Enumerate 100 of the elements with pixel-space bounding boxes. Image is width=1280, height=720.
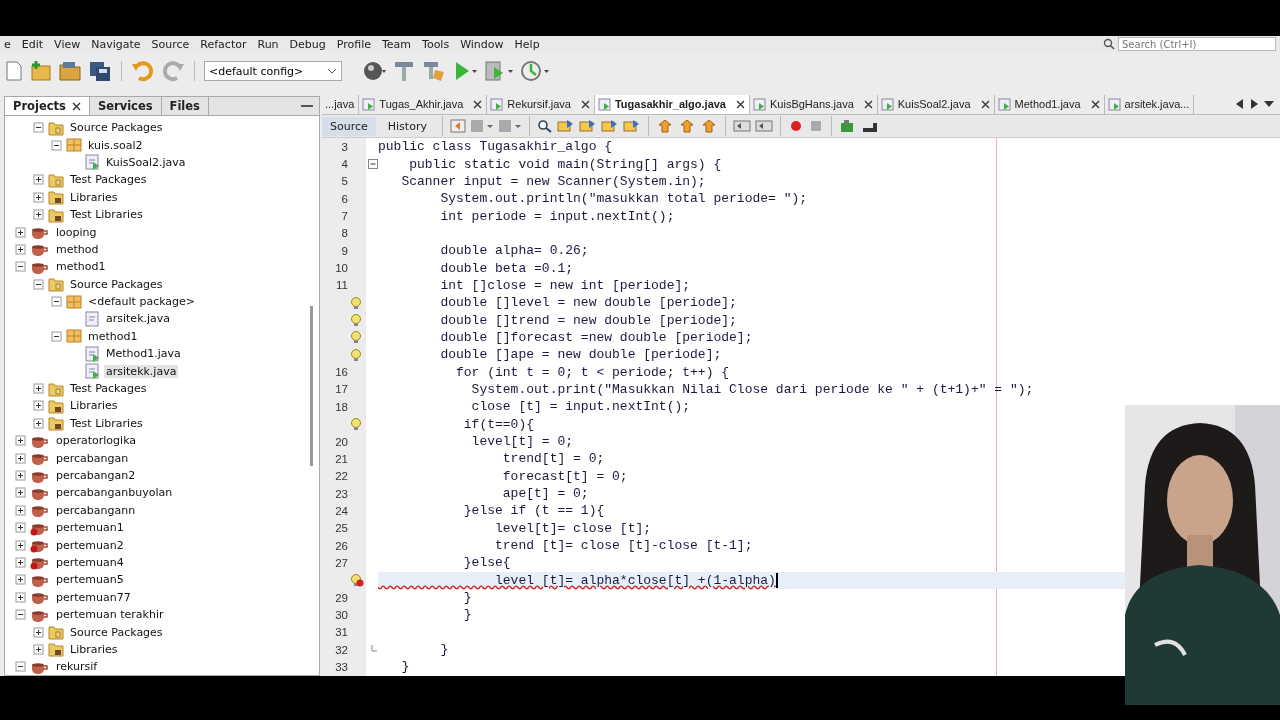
fold-icon[interactable] <box>368 159 378 169</box>
tree-item[interactable]: pertemuan77 <box>54 590 133 604</box>
tree-item[interactable]: pertemuan terakhir <box>54 608 166 622</box>
lightbulb-icon[interactable] <box>350 417 364 432</box>
caret-icon[interactable] <box>1264 100 1274 108</box>
menu-item[interactable]: Source <box>151 37 190 51</box>
expander-icon[interactable] <box>33 383 44 395</box>
expander-icon[interactable] <box>15 556 26 568</box>
menu-item[interactable]: Team <box>381 37 412 51</box>
expander-icon[interactable] <box>15 574 26 586</box>
tree-item[interactable]: method1 <box>86 329 140 343</box>
panel-tab[interactable]: Projects <box>5 97 90 115</box>
expander-icon[interactable] <box>15 591 26 603</box>
tree-item[interactable]: percabanganbuyolan <box>54 486 175 500</box>
close-icon[interactable] <box>1090 99 1100 109</box>
find-icon[interactable] <box>622 119 641 133</box>
find-icon[interactable] <box>578 119 597 133</box>
tree-item[interactable]: pertemuan5 <box>54 573 126 587</box>
find-icon[interactable] <box>556 119 575 133</box>
tree-item[interactable]: KuisSoal2.java <box>104 155 188 169</box>
expander-icon[interactable] <box>33 191 44 203</box>
menu-item[interactable]: Help <box>514 37 540 51</box>
expander-icon[interactable] <box>15 243 26 255</box>
save-icon[interactable] <box>88 60 112 82</box>
tree-item[interactable]: Test Libraries <box>68 416 145 430</box>
tree-item[interactable]: Libraries <box>68 642 120 656</box>
expander-icon[interactable] <box>15 226 26 238</box>
clean-build-icon[interactable] <box>422 60 446 82</box>
shift-icon[interactable] <box>732 119 751 133</box>
close-icon[interactable] <box>473 99 483 109</box>
tree-item[interactable]: percabangann <box>54 503 138 517</box>
tree-item[interactable]: pertemuan4 <box>54 555 126 569</box>
close-icon[interactable] <box>980 99 990 109</box>
tree-item[interactable]: rekursif <box>54 660 100 674</box>
menu-item[interactable]: Navigate <box>91 37 141 51</box>
lightbulb-icon[interactable] <box>350 313 364 328</box>
expander-icon[interactable] <box>15 522 26 534</box>
tree-item[interactable]: Libraries <box>68 190 120 204</box>
search-field[interactable]: Search (Ctrl+I) <box>1118 37 1276 51</box>
menu-item[interactable]: Run <box>257 37 279 51</box>
expander-icon[interactable] <box>15 609 26 621</box>
editor-tab[interactable]: Method1.java <box>994 94 1105 114</box>
new-project-icon[interactable] <box>30 60 52 82</box>
expander-icon[interactable] <box>33 122 44 134</box>
expander-icon[interactable] <box>33 417 44 429</box>
view-tab[interactable]: Source <box>322 116 376 136</box>
right-arrow-icon[interactable] <box>1250 99 1258 109</box>
shift-icon[interactable] <box>754 119 773 133</box>
menu-item[interactable]: e <box>4 37 11 51</box>
tree-item[interactable]: pertemuan2 <box>54 538 126 552</box>
tree-item[interactable]: <default package> <box>86 295 198 309</box>
expander-icon[interactable] <box>33 209 44 221</box>
expander-icon[interactable] <box>33 400 44 412</box>
close-icon[interactable] <box>580 99 590 109</box>
editor-tab[interactable]: arsitek.java... <box>1104 94 1195 114</box>
lightbulb-icon[interactable] <box>350 347 364 362</box>
config-dropdown[interactable]: <default config> <box>204 61 342 81</box>
expander-icon[interactable] <box>15 470 26 481</box>
menu-item[interactable]: Edit <box>21 37 44 51</box>
expander-icon[interactable] <box>15 504 26 516</box>
hammer-icon[interactable] <box>392 60 416 82</box>
editor-tab[interactable]: ...java <box>322 94 360 114</box>
menu-item[interactable]: Debug <box>289 37 326 51</box>
tree-item[interactable]: pertemuan1 <box>54 521 126 535</box>
editor-tab[interactable]: Rekursif.java <box>487 94 595 114</box>
tree-item[interactable]: Test Packages <box>68 173 149 187</box>
lightbulb-icon[interactable] <box>350 330 364 345</box>
menu-item[interactable]: View <box>54 37 81 51</box>
tree-item[interactable]: method <box>54 242 101 256</box>
tree-item[interactable]: Source Packages <box>68 277 165 291</box>
expander-icon[interactable] <box>33 278 44 290</box>
tree-item[interactable]: arsitekk.java <box>104 364 179 378</box>
profile-icon[interactable] <box>520 60 550 82</box>
tree-item[interactable]: Source Packages <box>68 121 165 135</box>
close-icon[interactable] <box>863 99 873 109</box>
menu-item[interactable]: Profile <box>336 37 371 51</box>
tree-item[interactable]: Method1.java <box>104 347 183 361</box>
editor-tab[interactable]: Tugasakhir_algo.java <box>594 94 750 114</box>
expander-icon[interactable] <box>15 661 26 673</box>
editor-tab[interactable]: Tugas_Akhir.java <box>359 94 488 114</box>
tree-item[interactable]: arsitek.java <box>104 312 173 326</box>
tree-item[interactable]: Source Packages <box>68 625 165 639</box>
expander-icon[interactable] <box>15 261 26 273</box>
expander-icon[interactable] <box>33 174 44 186</box>
find-icon[interactable] <box>600 119 619 133</box>
folder-icon[interactable] <box>58 60 82 82</box>
globe-icon[interactable] <box>362 60 386 82</box>
expander-icon[interactable] <box>51 139 62 151</box>
tree-item[interactable]: Test Packages <box>68 382 149 396</box>
tree-item[interactable]: looping <box>54 225 99 239</box>
tree-item[interactable]: kuis.soal2 <box>86 138 145 152</box>
menu-item[interactable]: Refactor <box>200 37 247 51</box>
lightbulb-icon[interactable] <box>350 295 364 310</box>
expander-icon[interactable] <box>33 626 44 638</box>
tree-item[interactable]: Test Libraries <box>68 208 145 222</box>
expander-icon[interactable] <box>51 330 62 342</box>
tree-item[interactable]: percabangan2 <box>54 469 138 482</box>
editor-tab[interactable]: KuisSoal2.java <box>877 94 995 114</box>
expander-icon[interactable] <box>15 435 26 447</box>
expander-icon[interactable] <box>15 452 26 464</box>
